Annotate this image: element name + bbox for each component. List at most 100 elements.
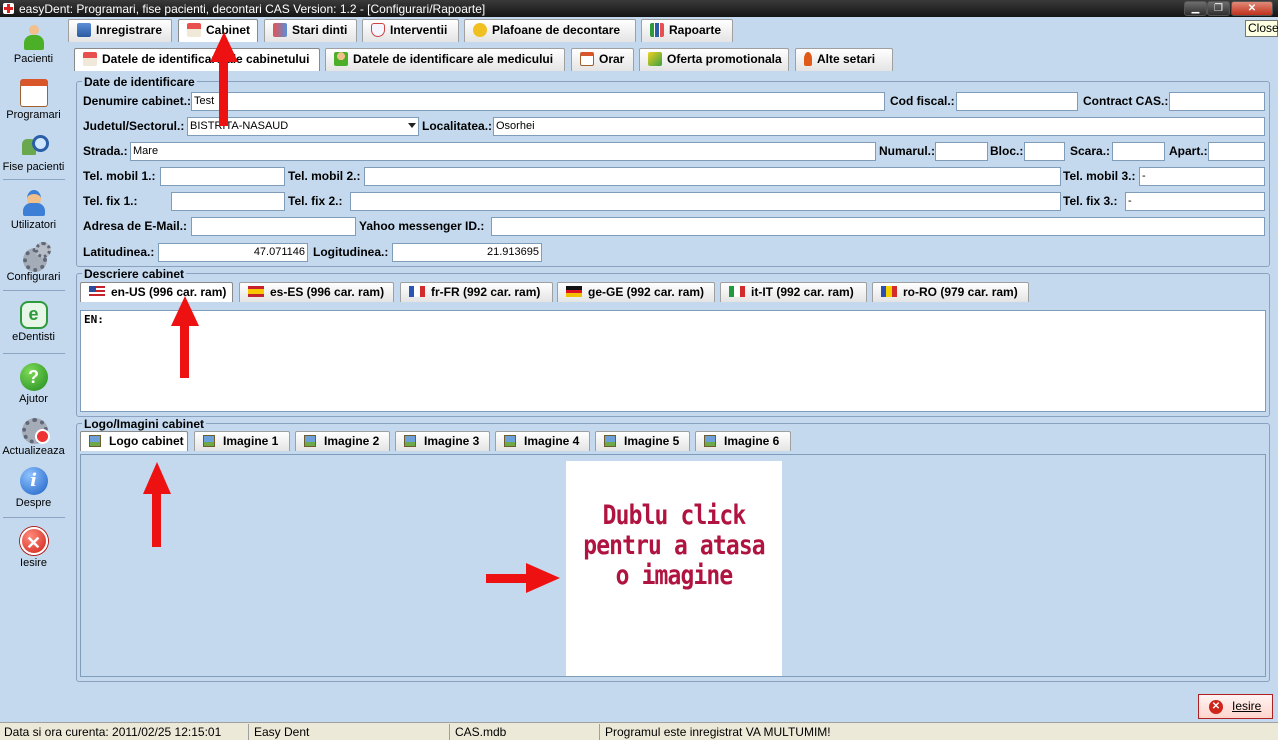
tab-oferta[interactable]: Oferta promotionala xyxy=(639,48,789,71)
promo-icon xyxy=(648,52,662,66)
exit-icon: ✕ xyxy=(1209,700,1223,714)
sidebar-item-pacienti[interactable]: Pacienti xyxy=(0,23,67,65)
tab-lang-en-us[interactable]: en-US (996 car. ram) xyxy=(80,282,233,302)
image-icon xyxy=(704,435,716,447)
sidebar-item-label: Iesire xyxy=(20,557,47,569)
status-db: CAS.mdb xyxy=(455,725,507,739)
tab-rapoarte[interactable]: Rapoarte xyxy=(641,19,733,42)
doctor-icon xyxy=(20,189,48,217)
sidebar-separator xyxy=(3,290,65,291)
tab-cabinet[interactable]: Cabinet xyxy=(178,19,258,42)
tab-lang-fr-fr[interactable]: fr-FR (992 car. ram) xyxy=(400,282,553,302)
status-app: Easy Dent xyxy=(254,725,310,739)
sidebar-item-ajutor[interactable]: ? Ajutor xyxy=(0,363,67,405)
judet-select[interactable]: BISTRITA-NASAUD xyxy=(187,117,419,136)
patient-icon xyxy=(20,23,48,51)
placeholder-line-2: pentru a atasa xyxy=(583,530,765,561)
sidebar-separator xyxy=(3,179,65,180)
tooth-icon xyxy=(371,23,385,37)
minimize-button[interactable]: ▁ xyxy=(1184,1,1207,16)
fix1-input[interactable] xyxy=(171,192,285,211)
tab-lang-ge-ge[interactable]: ge-GE (992 car. ram) xyxy=(557,282,715,302)
tab-label: Orar xyxy=(599,52,625,66)
bloc-input[interactable] xyxy=(1024,142,1065,161)
tab-imagine-5[interactable]: Imagine 5 xyxy=(595,431,690,451)
mobil1-input[interactable] xyxy=(160,167,285,186)
denumire-input[interactable]: Test xyxy=(191,92,885,111)
sidebar-item-edentisti[interactable]: e eDentisti xyxy=(0,301,67,343)
tab-date-medic[interactable]: Datele de identificare ale medicului xyxy=(325,48,565,71)
tab-lang-it-it[interactable]: it-IT (992 car. ram) xyxy=(720,282,867,302)
sidebar-item-actualizeaza[interactable]: Actualizeaza xyxy=(0,415,67,457)
close-button[interactable]: ✕ xyxy=(1231,1,1273,16)
tab-lang-es-es[interactable]: es-ES (996 car. ram) xyxy=(239,282,394,302)
sidebar-item-configurari[interactable]: Configurari xyxy=(0,241,67,283)
mobil3-label: Tel. mobil 3.: xyxy=(1063,169,1136,183)
cod-fiscal-label: Cod fiscal.: xyxy=(890,94,955,108)
tab-imagine-3[interactable]: Imagine 3 xyxy=(395,431,490,451)
image-placeholder-text: Dublu click pentru a atasa o imagine xyxy=(582,501,766,591)
house-icon xyxy=(83,52,97,66)
tab-imagine-2[interactable]: Imagine 2 xyxy=(295,431,390,451)
tab-label: Interventii xyxy=(390,23,448,37)
tab-label: ge-GE (992 car. ram) xyxy=(588,285,705,299)
tab-label: Rapoarte xyxy=(669,23,722,37)
email-input[interactable] xyxy=(191,217,356,236)
help-icon: ? xyxy=(19,363,48,391)
yahoo-input[interactable] xyxy=(491,217,1265,236)
sidebar-item-fise-pacienti[interactable]: Fise pacienti xyxy=(0,131,67,173)
tab-plafoane[interactable]: Plafoane de decontare xyxy=(464,19,636,42)
sidebar-item-despre[interactable]: i Despre xyxy=(0,467,67,509)
cod-fiscal-input[interactable] xyxy=(956,92,1078,111)
sidebar-item-label: Fise pacienti xyxy=(2,161,65,173)
localitate-input[interactable]: Osorhei xyxy=(493,117,1265,136)
contract-input[interactable] xyxy=(1169,92,1265,111)
sidebar-item-utilizatori[interactable]: Utilizatori xyxy=(0,189,67,231)
image-drop-zone[interactable]: Dublu click pentru a atasa o imagine xyxy=(566,461,782,676)
image-icon xyxy=(604,435,616,447)
info-icon: i xyxy=(19,467,48,495)
edentisti-icon: e xyxy=(19,301,48,329)
fix3-input[interactable]: - xyxy=(1125,192,1265,211)
tab-imagine-1[interactable]: Imagine 1 xyxy=(194,431,290,451)
tab-lang-ro-ro[interactable]: ro-RO (979 car. ram) xyxy=(872,282,1029,302)
tab-imagine-4[interactable]: Imagine 4 xyxy=(495,431,590,451)
calendar-icon xyxy=(580,52,594,66)
fix2-input[interactable] xyxy=(350,192,1061,211)
latitude-input[interactable]: 47.071146 xyxy=(158,243,308,262)
tab-logo-cabinet[interactable]: Logo cabinet xyxy=(80,431,188,451)
sidebar-item-label: Ajutor xyxy=(19,393,48,405)
denumire-label: Denumire cabinet.: xyxy=(83,94,192,108)
it-flag-icon xyxy=(729,286,745,297)
fr-flag-icon xyxy=(409,286,425,297)
tab-label: Imagine 6 xyxy=(724,434,780,448)
tab-interventii[interactable]: Interventii xyxy=(362,19,459,42)
strada-input[interactable]: Mare xyxy=(130,142,876,161)
tab-date-cabinet[interactable]: Datele de identificare ale cabinetului xyxy=(74,48,320,71)
tab-imagine-6[interactable]: Imagine 6 xyxy=(695,431,791,451)
description-textarea[interactable]: EN: xyxy=(80,310,1266,412)
tab-label: Imagine 1 xyxy=(223,434,279,448)
mobil3-input[interactable]: - xyxy=(1139,167,1265,186)
longitude-input[interactable]: 21.913695 xyxy=(392,243,542,262)
exit-button-label: Iesire xyxy=(1232,699,1262,713)
sidebar-item-iesire[interactable]: ✕ Iesire xyxy=(0,527,67,569)
apart-input[interactable] xyxy=(1208,142,1265,161)
exit-button[interactable]: ✕ Iesire xyxy=(1198,694,1273,719)
mobil2-input[interactable] xyxy=(364,167,1061,186)
tab-label: Alte setari xyxy=(817,52,876,66)
restore-button[interactable]: ❐ xyxy=(1207,1,1230,16)
numar-input[interactable] xyxy=(935,142,988,161)
chevron-down-icon[interactable] xyxy=(408,123,416,128)
tooth-state-icon xyxy=(273,23,287,37)
tab-alte-setari[interactable]: Alte setari xyxy=(795,48,893,71)
tab-inregistrare[interactable]: Inregistrare xyxy=(68,19,172,42)
tab-orar[interactable]: Orar xyxy=(571,48,634,71)
sidebar-item-programari[interactable]: Programari xyxy=(0,79,67,121)
localitate-label: Localitatea.: xyxy=(422,119,493,133)
scara-input[interactable] xyxy=(1112,142,1165,161)
image-icon xyxy=(203,435,215,447)
contract-label: Contract CAS.: xyxy=(1083,94,1169,108)
images-group-title: Logo/Imagini cabinet xyxy=(82,417,207,431)
tab-stari-dinti[interactable]: Stari dinti xyxy=(264,19,357,42)
